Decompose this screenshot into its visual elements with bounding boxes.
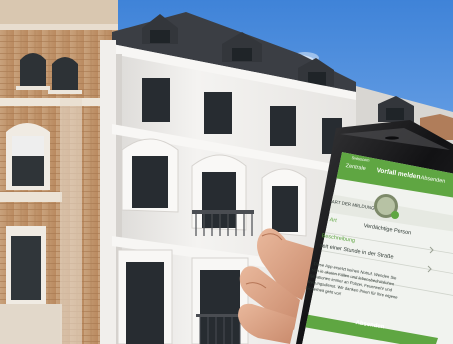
photo-scene — [0, 0, 453, 344]
